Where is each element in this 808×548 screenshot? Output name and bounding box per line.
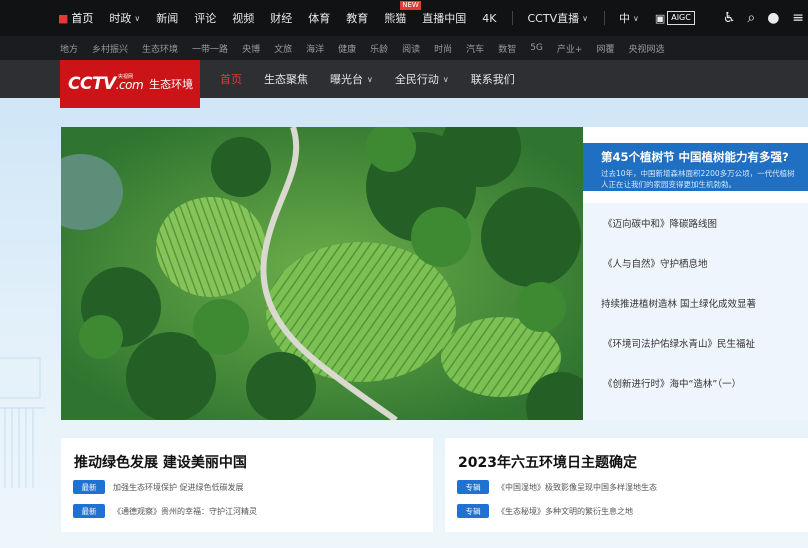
subnav-item[interactable]: 健康 [338,42,356,55]
aigc-button[interactable]: AIGC [667,11,695,25]
nav-education[interactable]: 教育 [346,10,368,26]
card-title[interactable]: 2023年六五环境日主题确定 [458,452,637,472]
nav-panda[interactable]: NEW 熊猫 [384,1,421,26]
feature-link[interactable]: 《创新进行时》海中“造林”（一） [603,376,741,390]
card-row[interactable]: 专辑 《中国湿地》极致影像呈现中国多样湿地生态 [457,480,657,494]
card-row-text[interactable]: 《中国湿地》极致影像呈现中国多样湿地生态 [497,482,657,493]
tag-badge: 最新 [73,480,105,494]
card-row-text[interactable]: 《生态秘境》多种文明的繁衍生息之地 [497,506,633,517]
tag-badge: 专辑 [457,504,489,518]
subnav-item[interactable]: 海洋 [306,42,324,55]
card-row-text[interactable]: 《通德观察》贵州的幸福：守护江河精灵 [113,506,257,517]
nav-cctv-live[interactable]: CCTV直播 ∨ [527,10,587,26]
subnav-item[interactable]: 汽车 [466,42,484,55]
channel-nav: 首页 生态聚焦 曝光台 ∨ 全民行动 ∨ 联系我们 [220,60,537,98]
card-title[interactable]: 推动绿色发展 建设美丽中国 [74,452,247,472]
subnav-item[interactable]: 一带一路 [192,42,228,55]
menu-icon[interactable]: ≡ [792,10,804,26]
news-card: 推动绿色发展 建设美丽中国 最新 加强生态环境保护 促进绿色低碳发展 最新 《通… [61,438,433,532]
feature-link[interactable]: 持续推进植树造林 国土绿化成效显著 [601,296,756,310]
chevron-down-icon: ∨ [367,74,373,84]
nav-4k[interactable]: 4K [482,12,496,25]
chevron-down-icon: ∨ [134,13,141,23]
subnav-item[interactable]: 时尚 [434,42,452,55]
nav-news[interactable]: 新闻 [156,10,178,26]
subnav-item[interactable]: 产业+ [557,42,583,55]
nav-politics[interactable]: 时政 ∨ [109,10,140,26]
chevron-down-icon: ∨ [582,13,588,23]
feature-link[interactable]: 《人与自然》守护栖息地 [603,256,708,270]
nav-finance[interactable]: 财经 [270,10,292,26]
subnav-item[interactable]: 阅读 [402,42,420,55]
subnav-item[interactable]: 地方 [60,42,78,55]
channel-nav-public-action[interactable]: 全民行动 ∨ [395,71,449,87]
logo-tagline: 央视网 [118,74,134,80]
feature-link[interactable]: 《迈向碳中和》降碳路线图 [603,216,717,230]
site-logo[interactable]: 央视网 CCTV.com 生态环境 [60,60,200,108]
nav-divider [512,11,514,25]
home-icon: ■ [58,11,69,25]
subnav-item[interactable]: 网覆 [596,42,614,55]
nav-divider [603,11,605,25]
channel-nav-focus[interactable]: 生态聚焦 [264,71,308,87]
subnav-item[interactable]: 央视网选 [628,42,664,55]
user-icon[interactable]: ● [767,10,779,26]
subnav-item[interactable]: 生态环境 [142,42,178,55]
card-row[interactable]: 最新 《通德观察》贵州的幸福：守护江河精灵 [73,504,257,518]
subnav-item[interactable]: 央博 [242,42,260,55]
subnav-item[interactable]: 乡村振兴 [92,42,128,55]
aigc-logo-icon[interactable]: ▣ [655,12,665,25]
tag-badge: 专辑 [457,480,489,494]
decorative-building-lines [0,357,45,488]
chevron-down-icon: ∨ [442,74,449,84]
nav-live-china[interactable]: 直播中国 [422,10,466,26]
top-nav-bar: ■ 首页 时政 ∨ 新闻 评论 视频 财经 体育 教育 NEW 熊猫 直播中国 … [0,0,808,36]
subnav-item[interactable]: 数智 [498,42,516,55]
nav-home[interactable]: ■ 首页 [58,10,93,26]
channel-nav-home[interactable]: 首页 [220,71,242,87]
nav-comment[interactable]: 评论 [194,10,216,26]
hero-image[interactable] [61,127,583,420]
channel-nav-exposure[interactable]: 曝光台 ∨ [330,71,373,87]
subnav-item[interactable]: 乐龄 [370,42,388,55]
logo-channel-name: 生态环境 [149,78,194,91]
nav-video[interactable]: 视频 [232,10,254,26]
feature-link-list: 《迈向碳中和》降碳路线图 《人与自然》守护栖息地 持续推进植树造林 国土绿化成效… [583,203,808,420]
forest-aerial-image [61,127,583,420]
feature-panel: 第45个植树节 中国植树能力有多强? 过去10年，中国新增森林面积2200多万公… [583,127,808,420]
feature-headline-box[interactable]: 第45个植树节 中国植树能力有多强? 过去10年，中国新增森林面积2200多万公… [583,143,808,191]
card-row-text[interactable]: 加强生态环境保护 促进绿色低碳发展 [113,482,244,493]
search-icon[interactable]: ⌕ [747,10,755,26]
feature-link[interactable]: 《环境司法护佑绿水青山》民生福祉 [603,336,755,350]
news-card: 2023年六五环境日主题确定 专辑 《中国湿地》极致影像呈现中国多样湿地生态 专… [445,438,808,532]
new-badge: NEW [400,1,421,10]
subnav-item[interactable]: 文旅 [274,42,292,55]
accessibility-icon[interactable]: ♿ [723,10,736,26]
language-select[interactable]: 中 ∨ [619,10,639,26]
sub-nav-bar: 地方 乡村振兴 生态环境 一带一路 央博 文旅 海洋 健康 乐龄 阅读 时尚 汽… [0,36,808,60]
chevron-down-icon: ∨ [632,13,639,23]
feature-description: 过去10年，中国新增森林面积2200多万公顷，一代代植树人正在让我们的家园变得更… [601,169,795,189]
subnav-item[interactable]: 5G [530,43,543,53]
feature-title[interactable]: 第45个植树节 中国植树能力有多强? [601,149,800,165]
card-row[interactable]: 专辑 《生态秘境》多种文明的繁衍生息之地 [457,504,633,518]
nav-sports[interactable]: 体育 [308,10,330,26]
channel-nav-contact[interactable]: 联系我们 [471,71,515,87]
card-row[interactable]: 最新 加强生态环境保护 促进绿色低碳发展 [73,480,244,494]
tag-badge: 最新 [73,504,105,518]
